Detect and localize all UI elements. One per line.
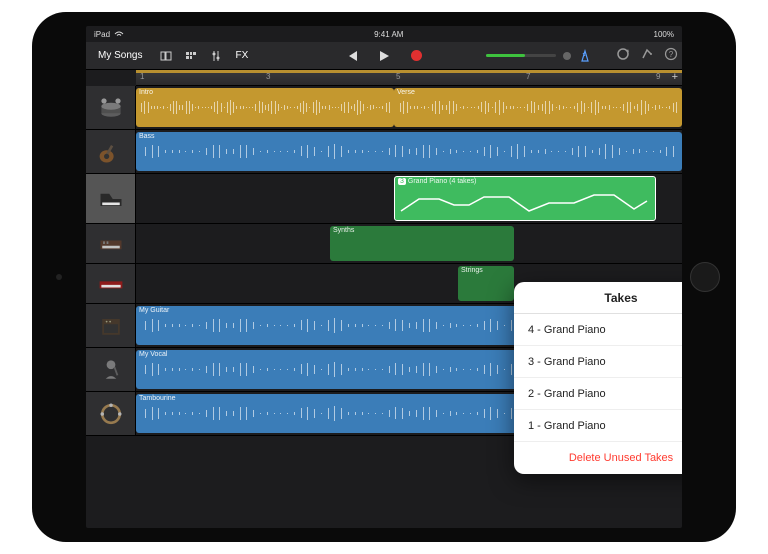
- add-track-button[interactable]: +: [672, 71, 678, 83]
- tracks-view-button[interactable]: [179, 46, 203, 66]
- my-songs-button[interactable]: My Songs: [92, 46, 148, 66]
- midi-region[interactable]: Strings: [458, 266, 514, 301]
- region-label: Tambourine: [139, 395, 176, 402]
- waveform: [138, 144, 680, 160]
- browser-view-button[interactable]: [154, 46, 178, 66]
- status-bar: iPad 9:41 AM 100%: [86, 26, 682, 42]
- metronome-icon[interactable]: [578, 49, 592, 63]
- ipad-device: iPad 9:41 AM 100% My Songs FX: [32, 12, 736, 542]
- status-left: iPad: [94, 30, 124, 39]
- track-body[interactable]: Bass: [136, 130, 682, 173]
- status-battery: 100%: [654, 30, 674, 39]
- guitar-icon: [97, 138, 125, 166]
- track-header-amp[interactable]: [86, 304, 136, 347]
- ruler-tick: 7: [526, 70, 530, 81]
- region-label: 3Grand Piano (4 takes): [398, 178, 476, 185]
- region-label: Strings: [461, 267, 483, 274]
- mixer-button[interactable]: [205, 46, 227, 66]
- track-header-vocal[interactable]: [86, 348, 136, 391]
- track-header-synth[interactable]: [86, 224, 136, 263]
- track-header-tambourine[interactable]: [86, 392, 136, 435]
- volume-fill: [486, 54, 525, 57]
- track-row[interactable]: Bass: [86, 130, 682, 174]
- midi-notes: [399, 191, 649, 219]
- take-item[interactable]: 2 - Grand Piano: [514, 378, 682, 410]
- take-label: 2 - Grand Piano: [528, 388, 606, 400]
- region-label: Bass: [139, 133, 155, 140]
- track-row[interactable]: Intro Verse: [86, 86, 682, 130]
- audio-region[interactable]: Intro: [136, 88, 394, 127]
- midi-region[interactable]: Synths: [330, 226, 514, 261]
- status-time: 9:41 AM: [374, 30, 403, 39]
- track-header-piano[interactable]: [86, 174, 136, 223]
- track-row[interactable]: Synths: [86, 224, 682, 264]
- master-knob-icon[interactable]: [562, 51, 572, 61]
- takes-badge: 3: [398, 178, 406, 185]
- region-label: Intro: [139, 89, 153, 96]
- take-item[interactable]: 3 - Grand Piano✓: [514, 346, 682, 378]
- ruler-tick: 1: [140, 70, 144, 81]
- audio-region[interactable]: Bass: [136, 132, 682, 171]
- camera-icon: [56, 274, 62, 280]
- region-label: My Vocal: [139, 351, 167, 358]
- ruler-tick: 3: [266, 70, 270, 81]
- keyboard-icon: [97, 270, 125, 298]
- wifi-icon: [114, 30, 124, 38]
- take-label: 3 - Grand Piano: [528, 356, 606, 368]
- take-label: 4 - Grand Piano: [528, 324, 606, 336]
- take-item[interactable]: 1 - Grand Piano: [514, 410, 682, 442]
- popover-header: Takes Edit: [514, 282, 682, 314]
- audio-region-selected[interactable]: 3Grand Piano (4 takes): [394, 176, 656, 221]
- volume-slider[interactable]: [486, 54, 556, 57]
- loop-button[interactable]: [616, 47, 630, 64]
- drums-icon: [97, 94, 125, 122]
- rewind-button[interactable]: [339, 46, 365, 66]
- view-group: [154, 46, 203, 66]
- volume-area: [486, 49, 592, 63]
- track-header-drums[interactable]: [86, 86, 136, 129]
- ruler-tick: 9: [656, 70, 660, 81]
- delete-unused-button[interactable]: Delete Unused Takes: [514, 442, 682, 474]
- device-label: iPad: [94, 30, 110, 39]
- tambourine-icon: [97, 400, 125, 428]
- app-screen: iPad 9:41 AM 100% My Songs FX: [86, 26, 682, 528]
- arrangement-marker: [136, 70, 682, 73]
- home-button[interactable]: [690, 262, 720, 292]
- ruler-tick: 5: [396, 70, 400, 81]
- region-label: My Guitar: [139, 307, 169, 314]
- settings-button[interactable]: [640, 47, 654, 64]
- transport: [339, 46, 429, 66]
- audio-region[interactable]: Verse: [394, 88, 682, 127]
- svg-text:?: ?: [669, 50, 674, 59]
- synth-icon: [97, 230, 125, 258]
- region-label: Synths: [333, 227, 354, 234]
- right-tools: ?: [616, 47, 678, 64]
- takes-popover: Takes Edit 4 - Grand Piano 3 - Grand Pia…: [514, 282, 682, 474]
- waveform: [396, 100, 680, 116]
- piano-icon: [97, 185, 125, 213]
- play-button[interactable]: [371, 46, 397, 66]
- track-body[interactable]: Synths: [136, 224, 682, 263]
- popover-title: Takes: [604, 291, 637, 305]
- track-body[interactable]: 3Grand Piano (4 takes): [136, 174, 682, 223]
- take-label: 1 - Grand Piano: [528, 420, 606, 432]
- record-icon: [411, 50, 422, 61]
- ruler[interactable]: 1 3 5 7 9 +: [136, 70, 682, 86]
- track-header-keys[interactable]: [86, 264, 136, 303]
- record-button[interactable]: [403, 46, 429, 66]
- help-button[interactable]: ?: [664, 47, 678, 64]
- take-item[interactable]: 4 - Grand Piano: [514, 314, 682, 346]
- amp-icon: [97, 312, 125, 340]
- track-body[interactable]: Intro Verse: [136, 86, 682, 129]
- region-label: Verse: [397, 89, 415, 96]
- mic-icon: [97, 356, 125, 384]
- fx-button[interactable]: FX: [229, 46, 254, 66]
- track-row[interactable]: 3Grand Piano (4 takes): [86, 174, 682, 224]
- toolbar: My Songs FX ?: [86, 42, 682, 70]
- waveform: [138, 100, 392, 116]
- track-header-guitar[interactable]: [86, 130, 136, 173]
